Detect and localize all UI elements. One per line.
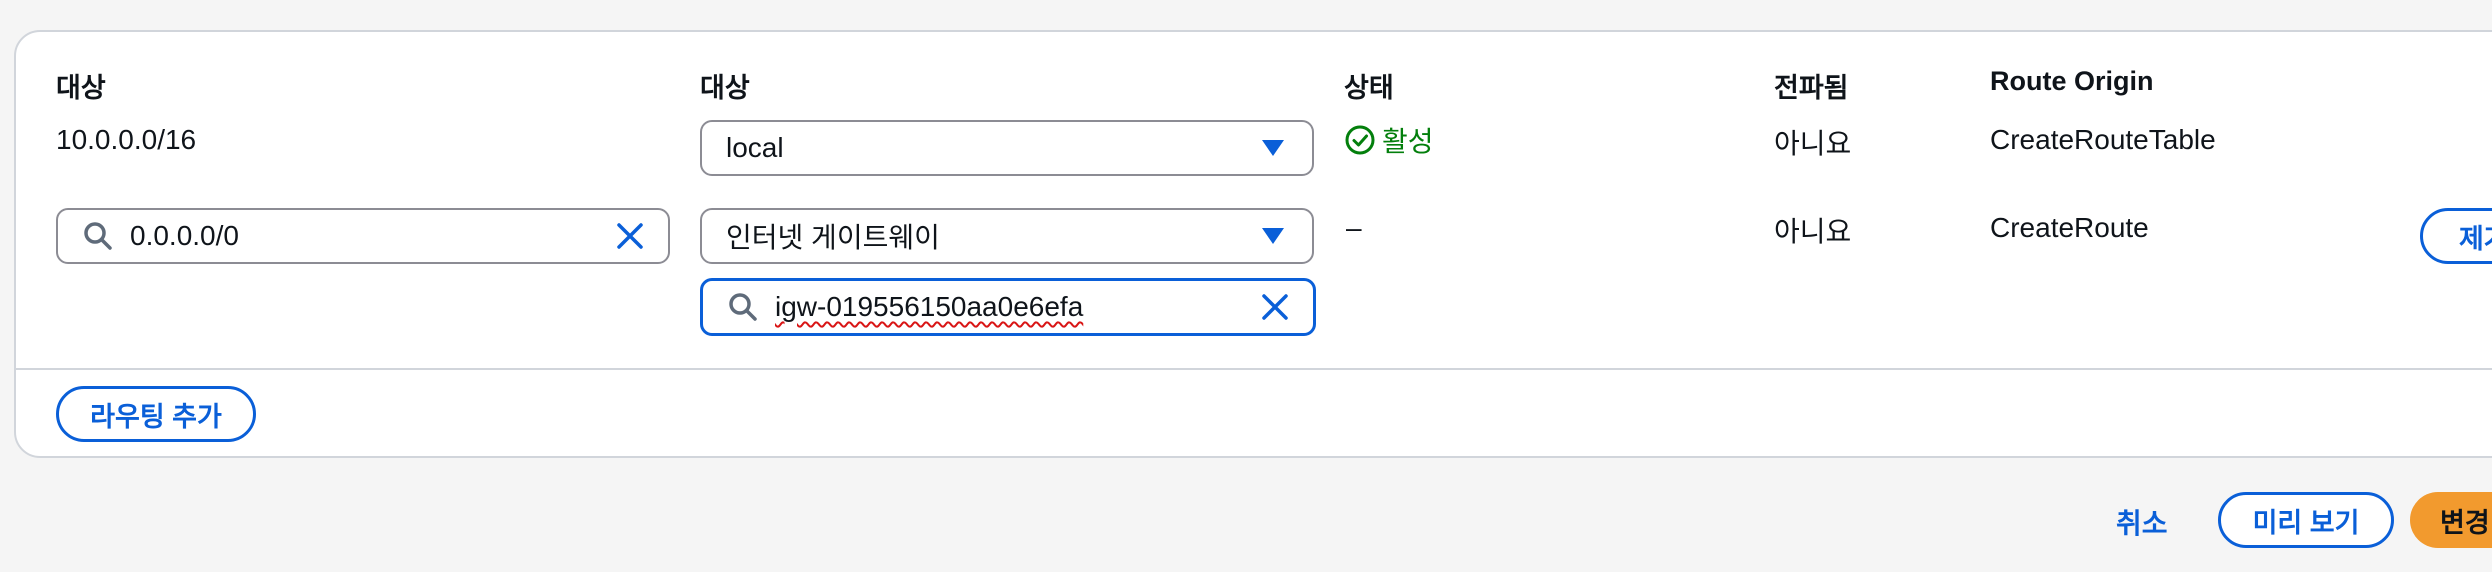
- target-select[interactable]: local: [700, 120, 1314, 176]
- clear-icon[interactable]: [614, 220, 646, 252]
- route-destination-text: 10.0.0.0/16: [56, 124, 197, 155]
- add-route-button[interactable]: 라우팅 추가: [56, 386, 256, 442]
- route-origin-text: CreateRoute: [1990, 212, 2149, 243]
- status-text: 활성: [1382, 126, 1434, 157]
- preview-button[interactable]: 미리 보기: [2218, 492, 2394, 548]
- destination-input-value: 0.0.0.0/0: [130, 220, 239, 251]
- target-type-select[interactable]: 인터넷 게이트웨이: [700, 208, 1314, 264]
- caret-down-icon: [1262, 140, 1284, 156]
- status-text: –: [1346, 212, 1362, 243]
- cancel-button[interactable]: 취소: [2116, 502, 2168, 542]
- section-divider: [14, 368, 2492, 370]
- column-header-destination: 대상: [56, 73, 106, 103]
- search-icon: [729, 293, 757, 321]
- route-origin-text: CreateRouteTable: [1990, 124, 2216, 155]
- propagated-text: 아니요: [1774, 128, 1852, 159]
- target-id-input-value: igw-019556150aa0e6efa: [775, 291, 1084, 322]
- status-badge: 활성: [1344, 120, 1434, 160]
- target-type-value: 인터넷 게이트웨이: [726, 222, 940, 253]
- target-select-value: local: [726, 132, 784, 163]
- edit-routes-screen: 대상 대상 상태 전파됨 Route Origin 10.0.0.0/16 lo…: [0, 0, 2492, 572]
- column-header-route-origin: Route Origin: [1990, 66, 2154, 96]
- caret-down-icon: [1262, 228, 1284, 244]
- save-changes-button[interactable]: 변경 사항 저장: [2410, 492, 2492, 548]
- remove-route-button[interactable]: 제거: [2420, 208, 2492, 264]
- column-header-propagated: 전파됨: [1774, 73, 1849, 103]
- propagated-text: 아니요: [1774, 216, 1852, 247]
- clear-icon[interactable]: [1259, 291, 1291, 323]
- search-icon: [84, 222, 112, 250]
- target-id-search-input[interactable]: igw-019556150aa0e6efa: [700, 278, 1316, 336]
- destination-search-input[interactable]: 0.0.0.0/0: [56, 208, 670, 264]
- column-header-status: 상태: [1344, 73, 1394, 103]
- column-header-target: 대상: [700, 73, 750, 103]
- check-circle-icon: [1345, 125, 1375, 155]
